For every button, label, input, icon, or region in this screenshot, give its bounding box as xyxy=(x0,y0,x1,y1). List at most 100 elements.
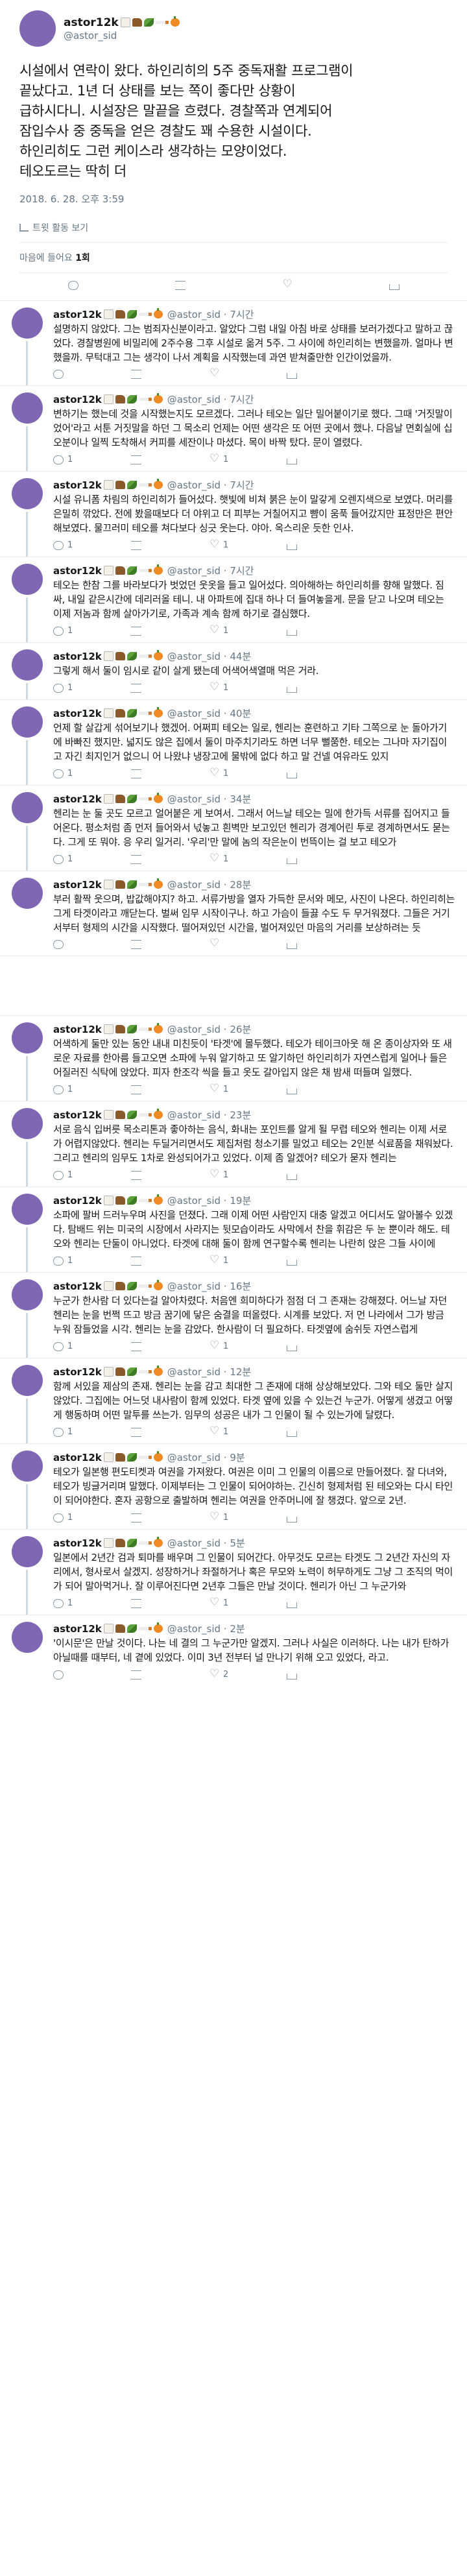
avatar[interactable] xyxy=(12,1194,43,1225)
reply-action[interactable]: 1 xyxy=(53,1170,131,1180)
main-author-row[interactable]: astor12k @astor_sid xyxy=(19,9,448,48)
reply-tweet[interactable]: astor12k @astor_sid · 5분 일본에서 2년간 검과 퇴마를… xyxy=(0,1529,467,1615)
avatar[interactable] xyxy=(12,392,43,424)
reply-tweet[interactable]: astor12k @astor_sid · 44분 그렇게 해서 둘이 임시로 … xyxy=(0,642,467,699)
reply-action[interactable]: 1 xyxy=(53,683,131,693)
reply-author-name[interactable]: astor12k xyxy=(53,309,102,320)
retweet-action[interactable] xyxy=(131,1513,209,1523)
retweet-action[interactable] xyxy=(131,683,209,693)
share-action[interactable] xyxy=(287,854,365,864)
reply-author-name[interactable]: astor12k xyxy=(53,1366,102,1378)
avatar[interactable] xyxy=(12,878,43,909)
share-action[interactable] xyxy=(287,540,365,550)
like-action[interactable]: 1 xyxy=(209,538,287,551)
reply-tweet[interactable]: astor12k @astor_sid · 19분 소파에 팔버 드러누우며 사… xyxy=(0,1186,467,1272)
retweet-action[interactable] xyxy=(131,940,209,949)
like-action[interactable]: 1 xyxy=(209,1168,287,1181)
reply-action[interactable]: 1 xyxy=(53,1342,131,1351)
reply-author-name[interactable]: astor12k xyxy=(53,708,102,719)
like-action[interactable]: 1 xyxy=(209,1082,287,1095)
share-action[interactable] xyxy=(287,1342,365,1351)
reply-action[interactable]: 1 xyxy=(53,455,131,464)
avatar[interactable] xyxy=(12,1279,43,1310)
retweet-action[interactable] xyxy=(131,1170,209,1180)
reply-tweet[interactable]: astor12k @astor_sid · 7시간 시설 유니폼 차림의 하인리… xyxy=(0,471,467,557)
avatar[interactable] xyxy=(12,1365,43,1396)
share-icon[interactable] xyxy=(389,284,400,290)
share-action[interactable] xyxy=(287,1256,365,1266)
share-action[interactable] xyxy=(287,1085,365,1094)
like-action[interactable]: 1 xyxy=(209,452,287,465)
reply-action[interactable]: 1 xyxy=(53,769,131,778)
like-action[interactable]: 1 xyxy=(209,852,287,865)
reply-tweet[interactable]: astor12k @astor_sid · 7시간 변하기는 했는데 것을 시작… xyxy=(0,385,467,471)
reply-tweet[interactable]: astor12k @astor_sid · 26분 어색하게 둘만 있는 동안 … xyxy=(0,1015,467,1101)
retweet-action[interactable] xyxy=(131,1342,209,1351)
avatar[interactable] xyxy=(12,1022,43,1053)
avatar[interactable] xyxy=(12,564,43,595)
reply-author-name[interactable]: astor12k xyxy=(53,565,102,577)
tweet-activity-link[interactable]: 트윗 활동 보기 xyxy=(19,213,448,242)
share-action[interactable] xyxy=(287,370,365,379)
like-action[interactable]: 1 xyxy=(209,623,287,636)
heart-icon[interactable] xyxy=(282,278,293,291)
reply-author-name[interactable]: astor12k xyxy=(53,1537,102,1549)
retweet-action[interactable] xyxy=(131,854,209,864)
like-action[interactable]: 1 xyxy=(209,680,287,693)
reply-author-name[interactable]: astor12k xyxy=(53,1623,102,1635)
tweet-timestamp[interactable]: 2018. 6. 28. 오후 3:59 xyxy=(19,192,448,206)
retweet-action[interactable] xyxy=(131,1598,209,1608)
reply-action[interactable]: 1 xyxy=(53,626,131,636)
reply-tweet[interactable]: astor12k @astor_sid · 7시간 설명하지 않았다. 그는 범… xyxy=(0,300,467,385)
retweet-icon[interactable] xyxy=(174,281,186,290)
avatar[interactable] xyxy=(19,10,56,47)
reply-author-name[interactable]: astor12k xyxy=(53,1024,102,1035)
reply-author-name[interactable]: astor12k xyxy=(53,1452,102,1463)
share-action[interactable] xyxy=(287,1598,365,1608)
avatar[interactable] xyxy=(12,1451,43,1482)
reply-author-name[interactable]: astor12k xyxy=(53,1109,102,1121)
reply-author-name[interactable]: astor12k xyxy=(53,793,102,805)
retweet-action[interactable] xyxy=(131,455,209,464)
avatar[interactable] xyxy=(12,307,43,339)
reply-icon[interactable] xyxy=(67,281,78,290)
retweet-action[interactable] xyxy=(131,1670,209,1679)
reply-action[interactable]: 1 xyxy=(53,1513,131,1523)
share-action[interactable] xyxy=(287,1670,365,1679)
retweet-action[interactable] xyxy=(131,1085,209,1094)
reply-tweet[interactable]: astor12k @astor_sid · 23분 서로 음식 입버릇 목소리톤… xyxy=(0,1101,467,1186)
reply-author-name[interactable]: astor12k xyxy=(53,651,102,662)
reply-author-name[interactable]: astor12k xyxy=(53,1195,102,1207)
reply-author-name[interactable]: astor12k xyxy=(53,479,102,491)
avatar[interactable] xyxy=(12,649,43,680)
reply-tweet[interactable]: astor12k @astor_sid · 28분 부러 활짝 웃으며, 밥값해… xyxy=(0,871,467,956)
like-stats[interactable]: 마음에 들어요 1회 xyxy=(19,243,448,272)
reply-action[interactable] xyxy=(53,370,131,379)
avatar[interactable] xyxy=(12,478,43,509)
like-action[interactable]: 1 xyxy=(209,1510,287,1523)
like-action[interactable] xyxy=(209,937,287,950)
reply-tweet[interactable]: astor12k @astor_sid · 34분 헨리는 눈 둘 곳도 모르고… xyxy=(0,785,467,871)
reply-tweet[interactable]: astor12k @astor_sid · 12분 함께 서있을 제삼의 존재.… xyxy=(0,1358,467,1443)
avatar[interactable] xyxy=(12,1536,43,1567)
reply-author-name[interactable]: astor12k xyxy=(53,394,102,405)
like-action[interactable]: 1 xyxy=(209,1339,287,1352)
retweet-action[interactable] xyxy=(131,769,209,778)
share-action[interactable] xyxy=(287,1513,365,1523)
reply-tweet[interactable]: astor12k @astor_sid · 40분 언제 할 살갑게 섞어보기나… xyxy=(0,699,467,785)
reply-action[interactable] xyxy=(53,1670,131,1679)
reply-tweet[interactable]: astor12k @astor_sid · 9분 테오가 일본행 편도티켓과 여… xyxy=(0,1443,467,1529)
avatar[interactable] xyxy=(12,706,43,738)
share-action[interactable] xyxy=(287,683,365,693)
like-action[interactable]: 1 xyxy=(209,1425,287,1438)
share-action[interactable] xyxy=(287,455,365,464)
reply-action[interactable]: 1 xyxy=(53,1427,131,1437)
avatar[interactable] xyxy=(12,1108,43,1139)
reply-action[interactable] xyxy=(53,940,131,949)
reply-action[interactable]: 1 xyxy=(53,1256,131,1266)
reply-action[interactable]: 1 xyxy=(53,1598,131,1608)
avatar[interactable] xyxy=(12,792,43,823)
retweet-action[interactable] xyxy=(131,370,209,379)
share-action[interactable] xyxy=(287,769,365,778)
share-action[interactable] xyxy=(287,940,365,949)
